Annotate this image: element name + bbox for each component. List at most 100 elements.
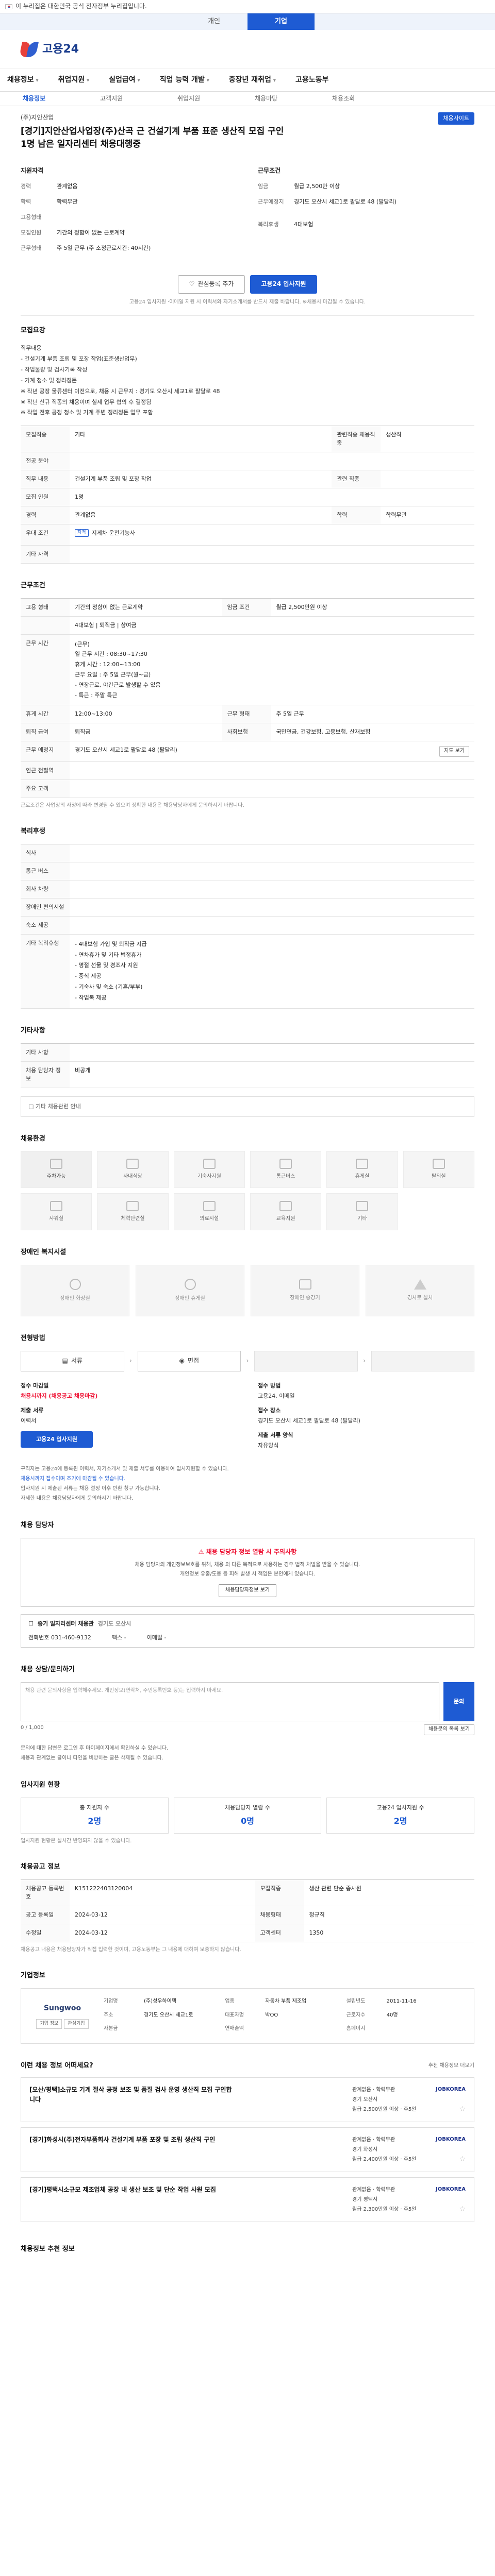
table-row: 주요 고객 [21,779,474,798]
similar-job-title[interactable]: [경기]평택시소규모 제조업체 공장 내 생산 보조 및 단순 작업 사원 모집 [29,2185,236,2195]
action-buttons: ♡ 관심등록 추가 고용24 입사지원 [21,265,474,299]
process-step [371,1351,474,1372]
work-conditions-table: 고용 형태 기간의 정함이 없는 근로계약 임금 조건 월급 2,500만원 이상 4… [21,598,474,798]
environment-grid: 주차가능 사내식당 기숙사지원 통근버스 휴게실 탈의실 샤워실 체력단련실 의… [21,1151,474,1231]
map-button[interactable]: 지도 보기 [439,746,469,757]
summary-row: 고용형태 [21,213,42,221]
table-row: 경력 관계없음 학력 학력무관 [21,506,474,524]
disabled-grid: 장애인 화장실 장애인 휴게실 장애인 승강기 경사로 설치 [21,1265,474,1317]
document-icon: ▤ [62,1357,68,1365]
company-info-button[interactable]: 기업 정보 [36,2019,62,2029]
process-step: ◉ 면접 [137,1351,241,1372]
apply-button[interactable]: 고용24 입사지원 [250,275,317,294]
qa-list-button[interactable]: 채용문의 목록 보기 [424,1724,474,1735]
similar-job-card[interactable]: [경기]화성시(주)전자부품회사 건설기계 부품 포장 및 조립 생산직 구인 … [21,2127,474,2172]
table-row: 공고 등록일 2024-03-12 채용형태 정규직 [21,1906,474,1924]
qa-textarea[interactable]: 채용 관련 문의사항을 입력해주세요. 개인정보(연락처, 주민등록번호 등)는… [21,1682,439,1722]
env-item: 기타 [326,1193,398,1231]
section-qa: 채용 상담/문의하기 채용 관련 문의사항을 입력해주세요. 개인정보(연락처,… [21,1655,474,1770]
checkbox-icon[interactable]: ☐ [28,1620,34,1628]
main-nav: 채용정보 ▾ 취업지원 ▾ 실업급여 ▾ 직업 능력 개발 ▾ 중장년 재취업 ▾ 고용노… [0,69,495,92]
section-process: 전형방법 ▤ 서류 › ◉ 면접 › › 접수 마감일 채용시까지 (채용공고 채용… [21,1324,474,1510]
process-step: ▤ 서류 [21,1351,124,1372]
env-item: 주차가능 [21,1151,92,1189]
section-contact: 채용 담당자 ⚠ 채용 담당자 정보 열람 시 주의사항 채용 담당자의 개인정… [21,1511,474,1655]
tab-company[interactable]: 기업 [248,13,315,30]
env-item: 샤워실 [21,1193,92,1231]
logo-mark-icon [19,41,39,58]
table-row: 퇴직 급여 퇴직금 사회보험 국민연금, 건강보험, 고용보험, 산재보험 [21,723,474,742]
similar-job-title[interactable]: [경기]화성시(주)전자부품회사 건설기계 부품 포장 및 조립 생산직 구인 [29,2135,236,2145]
posting-info-table: 채용공고 등록번호 K151222403120004 모집직종 생산 관련 단순 종사… [21,1879,474,1942]
section-title: 이런 채용 정보 어떠세요? [21,2062,93,2070]
view-contact-button[interactable]: 채용담당자정보 보기 [219,1584,276,1597]
table-row: 인근 전철역 [21,761,474,780]
star-icon[interactable]: ☆ [459,2204,466,2214]
nav-jobs[interactable]: 채용정보 ▾ [7,75,39,85]
tab-personal[interactable]: 개인 [180,13,248,30]
disabled-item: 장애인 화장실 [21,1265,129,1317]
contact-warning-box: ⚠ 채용 담당자 정보 열람 시 주의사항 채용 담당자의 개인정보보호를 위해… [21,1537,474,1607]
qa-char-count: 0 / 1,000 [21,1725,44,1731]
star-icon[interactable]: ☆ [459,2154,466,2164]
bookmark-button[interactable]: ♡ 관심등록 추가 [178,275,245,294]
stats-note: 입사지원 현황은 실시간 반영되지 않을 수 있습니다. [21,1838,132,1844]
welfare-table: 식사 통근 버스 회사 차량 장애인 편의시설 숙소 제공 기타 복리후생 - 4… [21,843,474,1009]
chevron-down-icon: ▾ [206,78,209,84]
nav-employment-support[interactable]: 취업지원 ▾ [58,75,90,85]
gov-notice-text: 이 누리집은 대한민국 공식 전자정부 누리집입니다. [15,2,147,10]
table-row: 모집 인원 1명 [21,488,474,507]
nav-training[interactable]: 직업 능력 개발 ▾ [160,75,209,85]
ramp-icon [414,1279,426,1290]
nav-middle-aged[interactable]: 중장년 재취업 ▾ [229,75,276,85]
process-steps: ▤ 서류 › ◉ 면접 › › [21,1351,474,1372]
env-item: 탈의실 [403,1151,474,1189]
apply-info: 접수 마감일 채용시까지 (채용공고 채용마감) 제출 서류 이력서 고용24 … [21,1382,360,1449]
table-row: 전공 분야 [21,452,474,471]
shower-icon [50,1201,63,1212]
section-title: 전형방법 [21,1334,45,1343]
favorite-company-button[interactable]: 관심기업 [64,2019,89,2029]
lounge-icon [356,1159,369,1170]
subnav-item[interactable]: 고객지원 [100,94,177,103]
section-title: 장애인 복지시설 [21,1248,67,1257]
section-similar-jobs: 이런 채용 정보 어떠세요? 추천 채용정보 더보기 [오산/평택]소규모 기계… [21,2051,474,2234]
section-other: 기타사항 기타 사항 채용 담당자 정보 비공개 □ 기타 채용관련 안내 [21,1016,474,1124]
education-icon [279,1201,292,1212]
qa-send-button[interactable]: 문의 [443,1682,474,1722]
star-icon[interactable]: ☆ [459,2104,466,2114]
section-title: 채용정보 추천 정보 [21,2245,75,2253]
contact-card: ☐ 중기 일자리센터 채용관 경기도 오산시 전화번호 031-460-9132 팩… [21,1614,474,1648]
table-row: 회사 차량 [21,880,474,899]
section-title: 모집요강 [21,327,45,335]
source-brand: JOBKOREA [436,2186,466,2192]
bus-icon [279,1159,292,1170]
similar-job-card[interactable]: [경기]평택시소규모 제조업체 공장 내 생산 보조 및 단순 작업 사원 모집… [21,2177,474,2222]
apply-notice: 고용24 입사지원 ·이메일 지원 시 이력서와 자기소개서를 반드시 제출 바… [129,299,366,305]
env-item: 체력단련실 [97,1193,169,1231]
subnav-item[interactable]: 채용마당 [255,94,332,103]
nav-ministry[interactable]: 고용노동부 [295,75,328,85]
subnav-item[interactable]: 취업지원 [177,94,255,103]
apply-button-secondary[interactable]: 고용24 입사지원 [21,1431,93,1448]
site-logo[interactable]: 고용24 [19,41,79,58]
company-name: (주)지안산업 [21,114,54,121]
nav-unemployment[interactable]: 실업급여 ▾ [109,75,140,85]
subnav-item[interactable]: 채용정보 [23,94,100,103]
job-title: [경기]지안산업사업장(주)산곡 근 건설기계 부품 표준 생산직 모집 구인 … [21,126,284,150]
similar-job-title[interactable]: [오산/평택]소규모 기계 절삭 공정 보조 및 품질 검사 운영 생산직 모집… [29,2085,236,2105]
table-row: 통근 버스 [21,862,474,880]
table-row: 휴게 시간 12:00~13:00 근무 형태 주 5일 근무 [21,705,474,724]
subnav-item[interactable]: 채용조회 [332,94,409,103]
table-row: 근무 시간 (근무) 일 근무 시간 : 08:30~17:30 휴게 시간 : … [21,634,474,706]
summary-row: 경력 관계없음 [21,183,78,190]
cafeteria-icon [126,1159,139,1170]
table-row: 식사 [21,844,474,862]
summary-conditions: 근무조건 임금 월급 2,500만 이상 근무예정지 경기도 오산시 세교1로 팔달… [258,166,474,260]
similar-job-card[interactable]: [오산/평택]소규모 기계 절삭 공정 보조 및 품질 검사 운영 생산직 모집… [21,2077,474,2122]
section-title: 채용 상담/문의하기 [21,1666,75,1674]
table-row: 고용 형태 기간의 정함이 없는 근로계약 임금 조건 월급 2,500만원 이상 [21,598,474,617]
company-site-button[interactable]: 채용사이트 [438,112,474,125]
more-link[interactable]: 추천 채용정보 더보기 [428,2062,474,2070]
work-note: 근로조건은 사업장의 사정에 따라 변경될 수 있으며 정확한 내용은 채용담당… [21,802,244,808]
